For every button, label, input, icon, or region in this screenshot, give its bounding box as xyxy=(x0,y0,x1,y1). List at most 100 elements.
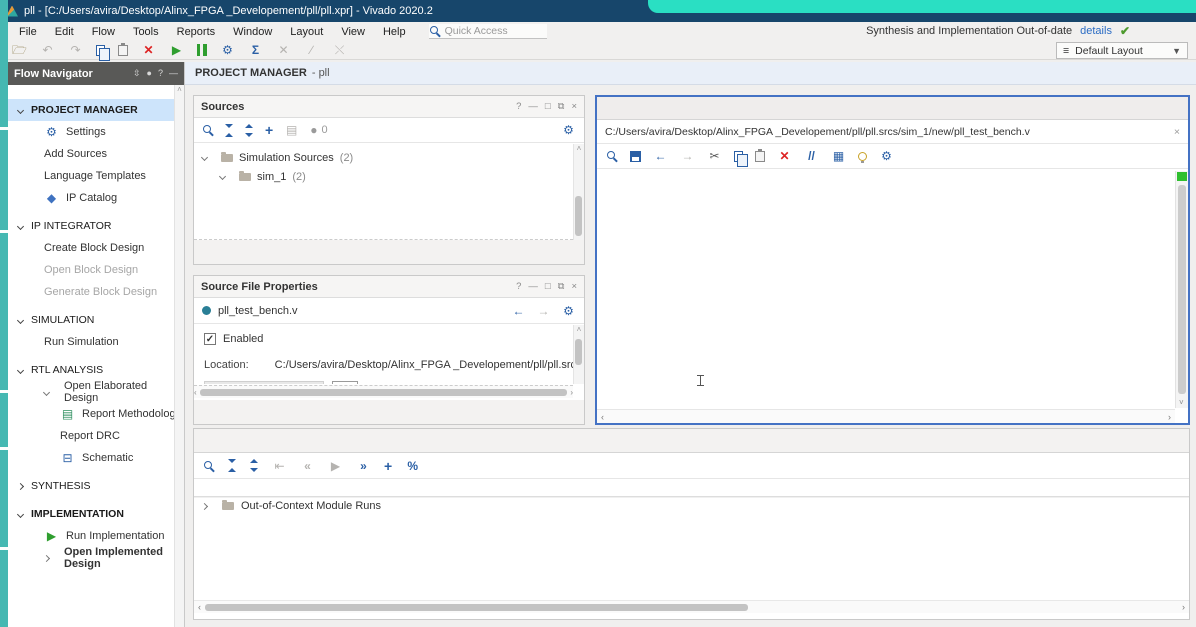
copy-icon[interactable] xyxy=(96,44,110,61)
minimize-icon[interactable]: — xyxy=(528,101,538,112)
create-run-icon[interactable]: + xyxy=(384,458,392,474)
menu-flow[interactable]: Flow xyxy=(83,26,124,38)
float-icon[interactable]: ⧉ xyxy=(558,281,565,292)
flow-navigator-scrollbar[interactable]: ˄ xyxy=(174,85,184,627)
ooc-module-runs-row[interactable]: Out-of-Context Module Runs xyxy=(194,497,1189,514)
redo-icon[interactable]: ↷ xyxy=(68,43,83,57)
delete-icon[interactable]: ✕ xyxy=(141,43,156,57)
enabled-checkbox[interactable]: ✓ xyxy=(204,333,216,345)
quick-access-search[interactable]: Quick Access xyxy=(428,24,547,39)
cut-icon[interactable]: ✂ xyxy=(707,149,722,163)
run-steps-icon[interactable] xyxy=(197,44,207,56)
search-icon[interactable] xyxy=(202,124,214,136)
flownav-item-create-block-design[interactable]: Create Block Design xyxy=(8,237,184,259)
flownav-section-synthesis[interactable]: SYNTHESIS xyxy=(8,475,184,497)
flownav-item-report-drc[interactable]: Report DRC xyxy=(8,425,184,447)
collapse-all-icon[interactable]: ⇳ xyxy=(133,68,141,79)
details-link[interactable]: details xyxy=(1080,25,1112,37)
design-runs-hscrollbar[interactable]: ‹ › xyxy=(194,600,1189,613)
gear-icon[interactable]: ⚙ xyxy=(561,123,576,137)
editor-tabbar xyxy=(597,97,1188,120)
help-icon[interactable]: ? xyxy=(158,68,163,79)
menu-window[interactable]: Window xyxy=(224,26,281,38)
menu-tools[interactable]: Tools xyxy=(124,26,168,38)
percent-icon[interactable]: % xyxy=(405,459,420,473)
sources-scrollbar[interactable]: ˄ xyxy=(573,144,584,240)
flownav-item-ip-catalog[interactable]: ◆ IP Catalog xyxy=(8,187,184,209)
back-arrow-icon[interactable]: ← xyxy=(511,304,526,318)
collapse-all-icon[interactable] xyxy=(228,459,237,472)
collapse-all-icon[interactable] xyxy=(225,123,234,137)
close-icon[interactable]: × xyxy=(571,281,577,292)
expand-all-icon[interactable] xyxy=(250,459,259,472)
menu-file[interactable]: File xyxy=(10,26,46,38)
flownav-item-run-simulation[interactable]: Run Simulation xyxy=(8,331,184,353)
gear-icon[interactable]: ⚙ xyxy=(879,149,894,163)
ip-catalog-icon: ◆ xyxy=(46,191,57,205)
float-icon[interactable]: ⧉ xyxy=(558,101,565,112)
flownav-item-settings[interactable]: ⚙ Settings xyxy=(8,121,184,143)
type-select[interactable] xyxy=(204,381,324,384)
run-icon[interactable]: ▶ xyxy=(169,43,184,57)
sfp-title: Source File Properties xyxy=(201,280,318,293)
menu-help[interactable]: Help xyxy=(374,26,415,38)
flownav-item-open-implemented-design[interactable]: Open Implemented Design xyxy=(8,546,184,570)
enabled-label: Enabled xyxy=(223,333,264,345)
gear-icon[interactable]: ⚙ xyxy=(561,304,576,318)
flownav-section-label: PROJECT MANAGER xyxy=(31,104,138,116)
flownav-item-open-elaborated-design[interactable]: Open Elaborated Design xyxy=(8,380,184,404)
lightbulb-icon[interactable] xyxy=(858,151,867,163)
menu-layout[interactable]: Layout xyxy=(281,26,332,38)
flownav-section-implementation[interactable]: IMPLEMENTATION xyxy=(8,503,184,525)
step-forward-icon[interactable]: » xyxy=(356,459,371,473)
open-project-icon[interactable]: 🗁 xyxy=(12,43,27,57)
search-icon[interactable] xyxy=(606,150,618,162)
code-area[interactable] xyxy=(597,171,1175,408)
close-icon[interactable]: × xyxy=(571,101,577,112)
menu-reports[interactable]: Reports xyxy=(168,26,225,38)
comment-icon[interactable]: // xyxy=(804,149,819,163)
flownav-item-add-sources[interactable]: Add Sources xyxy=(8,143,184,165)
undo-icon[interactable]: ← xyxy=(653,149,668,163)
flownav-section-simulation[interactable]: SIMULATION xyxy=(8,309,184,331)
menu-edit[interactable]: Edit xyxy=(46,26,83,38)
minimize-icon[interactable]: — xyxy=(528,281,538,292)
sum-report-icon[interactable]: Σ xyxy=(248,43,263,57)
help-icon[interactable]: ? xyxy=(516,101,521,112)
flownav-item-report-methodology[interactable]: ▤ Report Methodology xyxy=(8,403,184,425)
settings-gear-icon[interactable]: ⚙ xyxy=(220,43,235,57)
flow-navigator-title: Flow Navigator xyxy=(14,67,93,80)
source-tree-item-simulation-sources[interactable]: Simulation Sources (2) xyxy=(194,148,573,167)
minimize-icon[interactable]: — xyxy=(169,68,178,79)
source-tree-item-sim-1[interactable]: sim_1 (2) xyxy=(194,167,573,186)
menu-view[interactable]: View xyxy=(332,26,374,38)
maximize-icon[interactable]: □ xyxy=(545,281,551,292)
flownav-section-ip-integrator[interactable]: IP INTEGRATOR xyxy=(8,215,184,237)
expand-all-icon[interactable] xyxy=(245,123,254,137)
save-icon[interactable] xyxy=(630,150,641,162)
flownav-item-run-implementation[interactable]: ▶ Run Implementation xyxy=(8,525,184,547)
sfp-hscrollbar[interactable]: ‹ › xyxy=(194,385,573,398)
layout-selector[interactable]: ≡ Default Layout ▼ xyxy=(1056,42,1188,59)
columns-icon[interactable]: ▦ xyxy=(831,149,846,163)
flownav-item-language-templates[interactable]: Language Templates xyxy=(8,165,184,187)
add-sources-icon[interactable]: + xyxy=(265,122,273,138)
paste-icon[interactable] xyxy=(118,42,128,56)
help-icon[interactable]: ? xyxy=(516,281,521,292)
copy-icon[interactable] xyxy=(734,150,748,167)
delete-icon[interactable]: ✕ xyxy=(777,149,792,163)
flownav-item-schematic[interactable]: ⊟ Schematic xyxy=(8,447,184,469)
search-icon[interactable] xyxy=(203,460,215,472)
redo-icon: → xyxy=(681,149,694,163)
editor-vscrollbar[interactable]: ˄˅ xyxy=(1175,171,1188,408)
flownav-section-project-manager[interactable]: PROJECT MANAGER xyxy=(8,99,184,121)
editor-hscrollbar[interactable]: ‹ › xyxy=(597,409,1175,423)
type-edit-box[interactable] xyxy=(332,381,358,384)
dot-icon[interactable]: ● xyxy=(147,68,152,79)
close-icon[interactable]: × xyxy=(1174,126,1180,138)
sfp-scrollbar[interactable]: ˄ xyxy=(573,325,584,384)
maximize-icon[interactable]: □ xyxy=(545,101,551,112)
undo-icon[interactable]: ↶ xyxy=(40,43,55,57)
flownav-section-rtl-analysis[interactable]: RTL ANALYSIS xyxy=(8,359,184,381)
paste-icon[interactable] xyxy=(755,148,765,162)
